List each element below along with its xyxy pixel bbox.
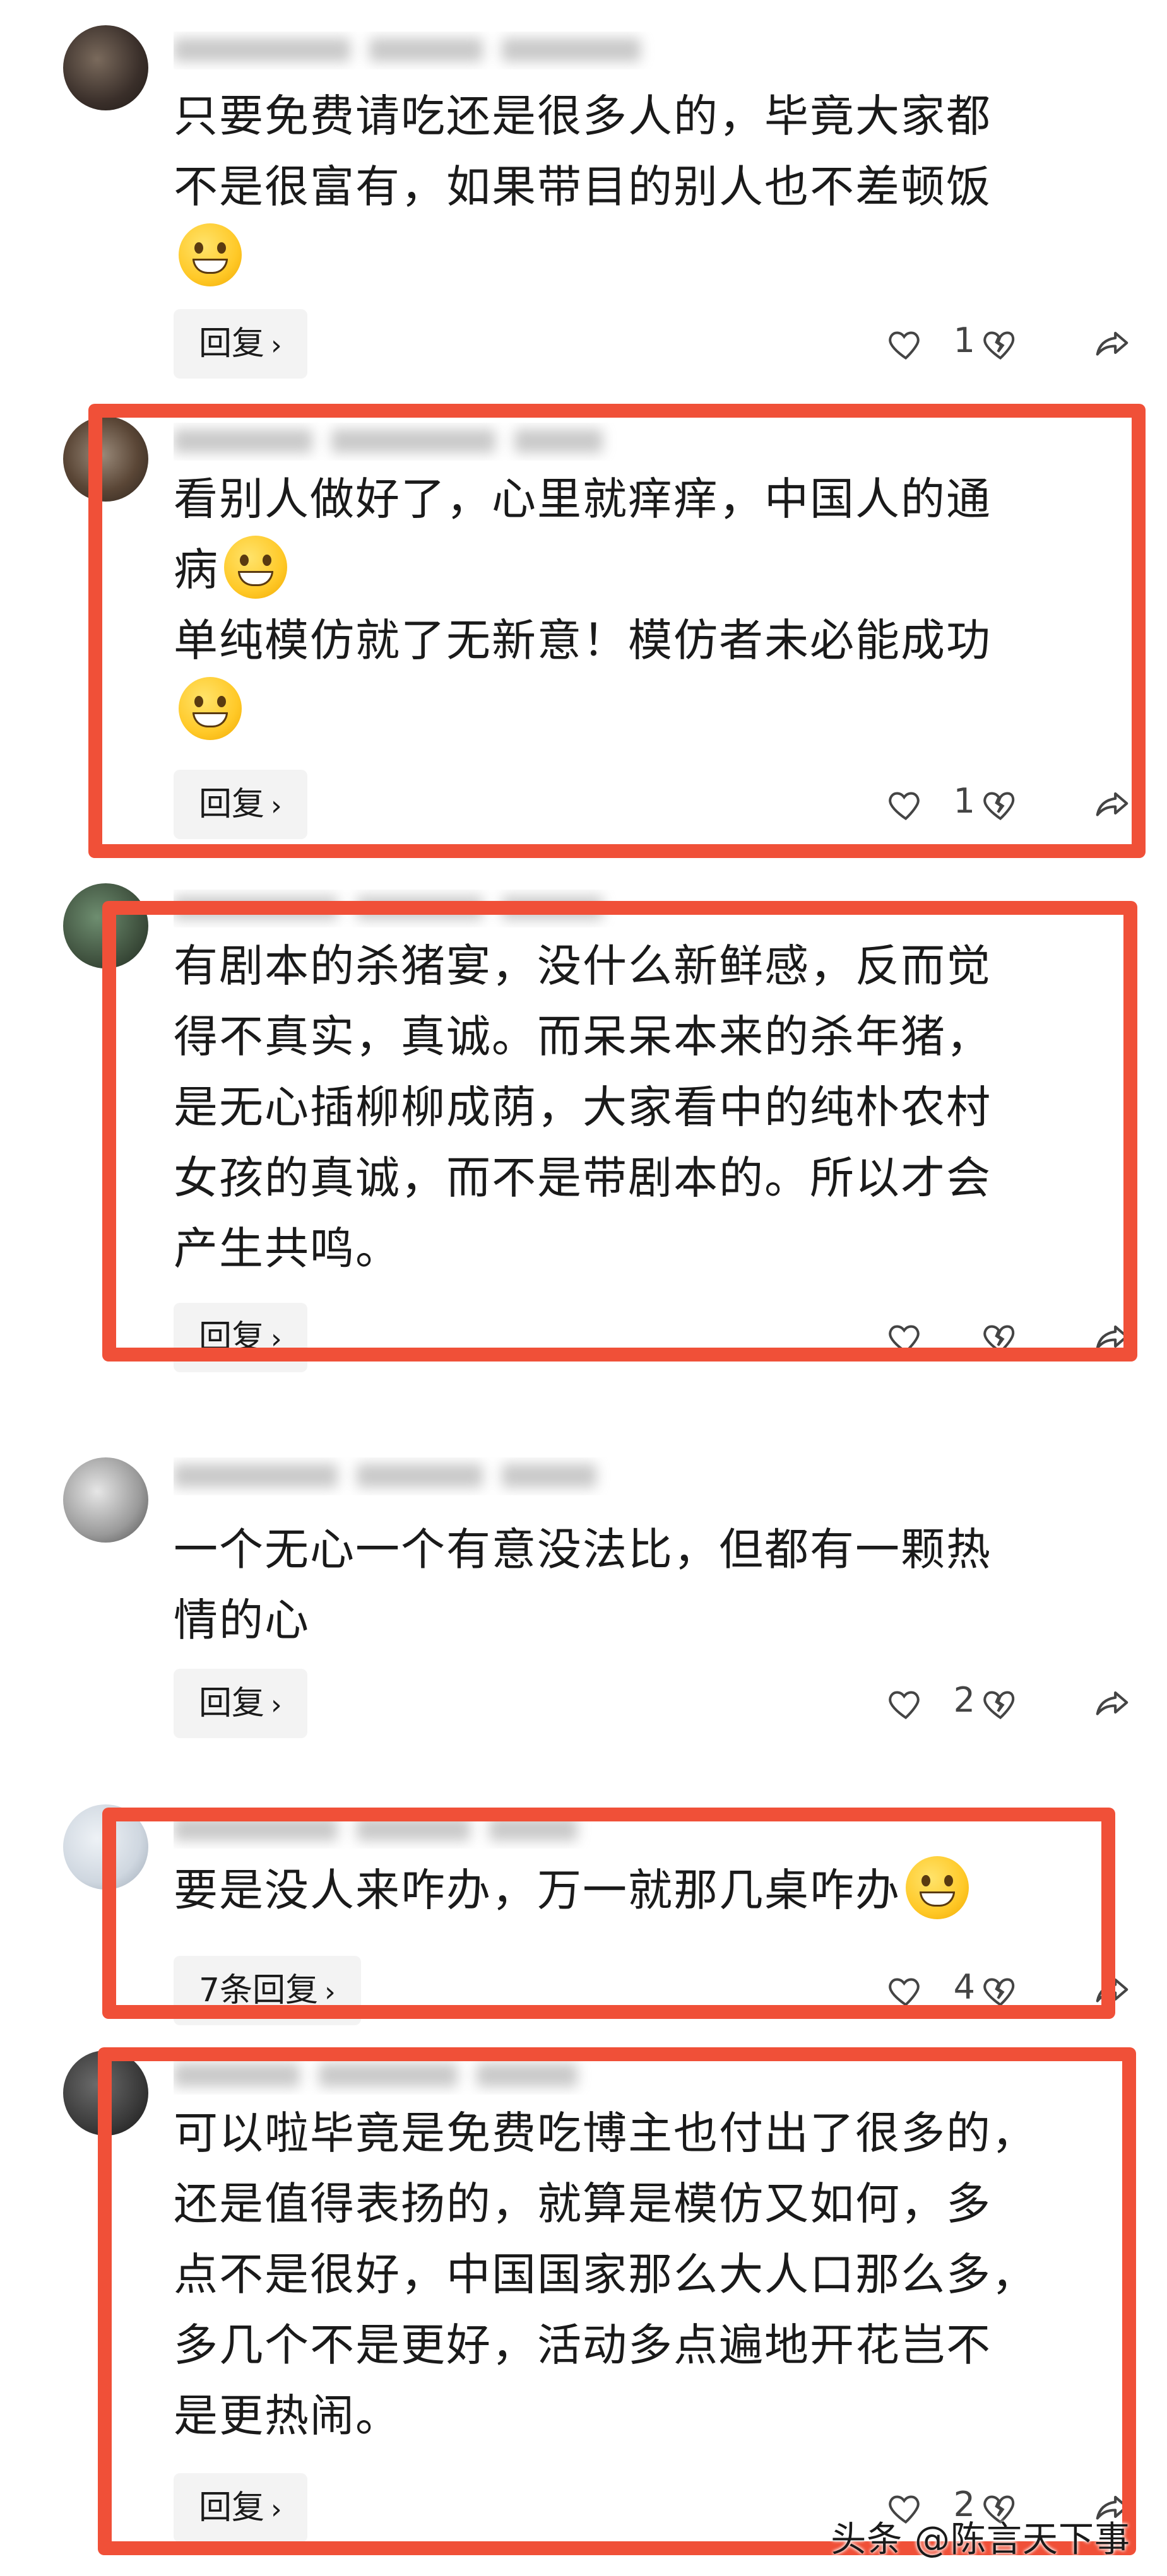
comment-item: 要是没人来咋办，万一就那几桌咋办 7条回复 › 4 <box>0 1792 1167 2025</box>
reply-button[interactable]: 回复 › <box>174 1669 307 1738</box>
heart-outline-icon[interactable] <box>887 785 925 823</box>
heart-outline-icon[interactable] <box>887 1972 925 2009</box>
like-count: 1 <box>953 781 975 821</box>
reply-button[interactable]: 回复 › <box>174 770 307 839</box>
view-replies-button[interactable]: 7条回复 › <box>174 1956 361 2025</box>
like-count: 1 <box>953 321 975 360</box>
grinning-emoji-icon <box>906 1856 969 1919</box>
heart-outline-icon[interactable] <box>887 325 925 363</box>
comment-item: 一个无心一个有意没法比，但都有一颗热 情的心 回复 › 2 <box>0 1388 1167 1792</box>
comment-text: 看别人做好了，心里就痒痒，中国人的通 病 单纯模仿就了无新意！模仿者未必能成功 <box>174 464 1108 746</box>
comment-meta-blurred <box>174 1457 742 1495</box>
like-count: 2 <box>953 1680 975 1720</box>
heart-outline-icon[interactable] <box>887 1685 925 1722</box>
comment-line: 不是很富有，如果带目的别人也不差顿饭 <box>174 161 992 213</box>
like-count: 4 <box>953 1967 975 2007</box>
comment-line: 点不是很好，中国国家那么大人口那么多， <box>174 2249 1037 2300</box>
avatar[interactable] <box>63 1457 148 1543</box>
broken-heart-icon[interactable] <box>981 1319 1019 1356</box>
comment-line: 要是没人来咋办，万一就那几桌咋办 <box>174 1864 901 1916</box>
comment-meta-blurred <box>174 2057 742 2095</box>
grinning-emoji-icon <box>179 223 242 286</box>
grinning-emoji-icon <box>179 677 242 740</box>
broken-heart-icon[interactable] <box>981 785 1019 823</box>
comment-line: 可以啦毕竟是免费吃博主也付出了很多的， <box>174 2107 1037 2159</box>
laughing-emoji-icon <box>224 536 287 599</box>
comment-text: 有剧本的杀猪宴，没什么新鲜感，反而觉 得不真实，真诚。而呆呆本来的杀年猪， 是无… <box>174 931 1108 1284</box>
comment-line: 看别人做好了，心里就痒痒，中国人的通 <box>174 473 992 525</box>
comment-meta-blurred <box>174 1811 742 1849</box>
avatar[interactable] <box>63 25 148 110</box>
reply-button[interactable]: 回复 › <box>174 2473 307 2543</box>
comment-item: 可以啦毕竟是免费吃博主也付出了很多的， 还是值得表扬的，就算是模仿又如何，多 点… <box>0 2032 1167 2576</box>
broken-heart-icon[interactable] <box>981 1972 1019 2009</box>
share-arrow-icon[interactable] <box>1091 1685 1133 1724</box>
comment-line: 情的心 <box>174 1594 310 1646</box>
comment-text: 一个无心一个有意没法比，但都有一颗热 情的心 <box>174 1514 1108 1656</box>
comment-text: 要是没人来咋办，万一就那几桌咋办 <box>174 1855 1108 1926</box>
comment-line: 多几个不是更好，活动多点遍地开花岂不 <box>174 2319 992 2371</box>
reply-button[interactable]: 回复 › <box>174 309 307 379</box>
comment-item: 有剧本的杀猪宴，没什么新鲜感，反而觉 得不真实，真诚。而呆呆本来的杀年猪， 是无… <box>0 871 1167 1388</box>
comment-meta-blurred <box>174 890 742 927</box>
comment-meta-blurred <box>174 32 742 69</box>
comment-line: 单纯模仿就了无新意！模仿者未必能成功 <box>174 615 992 666</box>
share-arrow-icon[interactable] <box>1091 1972 1133 2011</box>
comment-item: 看别人做好了，心里就痒痒，中国人的通 病 单纯模仿就了无新意！模仿者未必能成功 … <box>0 404 1167 871</box>
avatar[interactable] <box>63 1804 148 1890</box>
share-arrow-icon[interactable] <box>1091 325 1133 364</box>
avatar[interactable] <box>63 416 148 502</box>
reply-button[interactable]: 回复 › <box>174 1303 307 1372</box>
comment-text: 可以啦毕竟是免费吃博主也付出了很多的， 还是值得表扬的，就算是模仿又如何，多 点… <box>174 2098 1108 2451</box>
heart-outline-icon[interactable] <box>887 1319 925 1356</box>
comment-meta-blurred <box>174 423 742 461</box>
broken-heart-icon[interactable] <box>981 1685 1019 1722</box>
comment-text: 只要免费请吃还是很多人的，毕竟大家都 不是很富有，如果带目的别人也不差顿饭 <box>174 81 1108 293</box>
comment-line: 还是值得表扬的，就算是模仿又如何，多 <box>174 2178 992 2230</box>
comment-line: 病 <box>174 544 219 596</box>
comment-line: 产生共鸣。 <box>174 1223 401 1274</box>
avatar[interactable] <box>63 883 148 968</box>
comment-line: 是更热闹。 <box>174 2390 401 2442</box>
avatar[interactable] <box>63 2050 148 2136</box>
comment-line: 有剧本的杀猪宴，没什么新鲜感，反而觉 <box>174 940 992 992</box>
comment-item: 只要免费请吃还是很多人的，毕竟大家都 不是很富有，如果带目的别人也不差顿饭 回复… <box>0 0 1167 404</box>
comment-line: 是无心插柳柳成荫，大家看中的纯朴农村 <box>174 1081 992 1133</box>
share-arrow-icon[interactable] <box>1091 785 1133 825</box>
comment-line: 一个无心一个有意没法比，但都有一颗热 <box>174 1524 992 1575</box>
comment-line: 只要免费请吃还是很多人的，毕竟大家都 <box>174 90 992 142</box>
share-arrow-icon[interactable] <box>1091 1319 1133 1358</box>
broken-heart-icon[interactable] <box>981 325 1019 363</box>
watermark: 头条 @陈言天下事 <box>831 2519 1130 2560</box>
comment-line: 女孩的真诚，而不是带剧本的。所以才会 <box>174 1152 992 1204</box>
comment-line: 得不真实，真诚。而呆呆本来的杀年猪， <box>174 1011 992 1062</box>
